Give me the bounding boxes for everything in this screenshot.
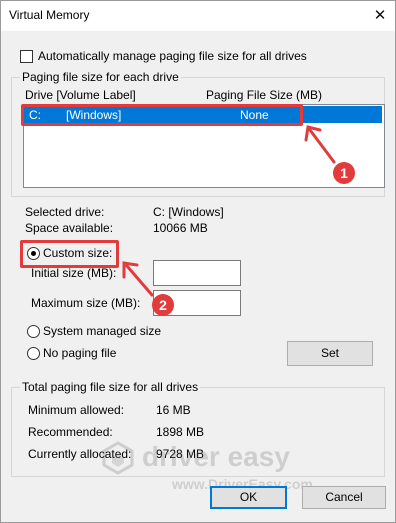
annotation-badge-1: 1 xyxy=(333,162,355,184)
annotation-badge-2: 2 xyxy=(152,294,174,316)
annotation-arrows xyxy=(122,125,336,297)
arrow-2 xyxy=(122,261,154,297)
arrow-1 xyxy=(304,125,336,164)
